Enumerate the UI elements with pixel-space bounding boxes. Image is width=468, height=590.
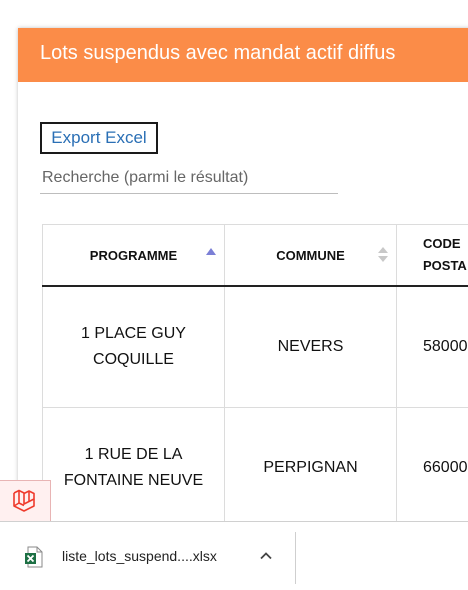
cell-commune: PERPIGNAN <box>225 408 397 529</box>
laravel-icon <box>12 489 38 513</box>
results-table: PROGRAMME COMMUNE CODE POSTA 1 PLACE GUY… <box>42 224 468 528</box>
column-header-label: COMMUNE <box>276 248 345 263</box>
column-header-programme[interactable]: PROGRAMME <box>43 225 225 287</box>
laravel-debug-badge[interactable] <box>0 480 51 521</box>
column-header-label: PROGRAMME <box>90 248 177 263</box>
panel-header: Lots suspendus avec mandat actif diffus <box>18 28 468 82</box>
sort-unsorted-icon <box>378 247 388 263</box>
table-header-row: PROGRAMME COMMUNE CODE POSTA <box>43 225 468 287</box>
excel-file-icon <box>24 546 44 568</box>
download-item[interactable]: liste_lots_suspend....xlsx <box>20 542 290 572</box>
table-row[interactable]: 1 PLACE GUY COQUILLE NEVERS 58000 <box>43 286 468 408</box>
download-file-name: liste_lots_suspend....xlsx <box>62 548 217 564</box>
results-table-container: PROGRAMME COMMUNE CODE POSTA 1 PLACE GUY… <box>42 224 468 528</box>
cell-code-postal: 58000 <box>397 286 468 408</box>
panel-title: Lots suspendus avec mandat actif diffus <box>40 42 395 65</box>
table-row[interactable]: 1 RUE DE LA FONTAINE NEUVE PERPIGNAN 660… <box>43 408 468 529</box>
results-panel: Lots suspendus avec mandat actif diffus … <box>18 28 468 528</box>
chevron-up-icon[interactable] <box>258 548 274 564</box>
cell-commune: NEVERS <box>225 286 397 408</box>
sort-ascending-icon <box>206 248 216 255</box>
search-input[interactable] <box>40 162 338 194</box>
export-excel-button[interactable]: Export Excel <box>40 122 158 154</box>
column-header-label: CODE POSTA <box>423 233 468 277</box>
cell-programme: 1 RUE DE LA FONTAINE NEUVE <box>43 408 225 529</box>
download-bar: liste_lots_suspend....xlsx <box>0 521 468 590</box>
cell-programme: 1 PLACE GUY COQUILLE <box>43 286 225 408</box>
cell-code-postal: 66000 <box>397 408 468 529</box>
download-bar-divider <box>295 532 296 584</box>
column-header-code-postal[interactable]: CODE POSTA <box>397 225 468 287</box>
column-header-commune[interactable]: COMMUNE <box>225 225 397 287</box>
